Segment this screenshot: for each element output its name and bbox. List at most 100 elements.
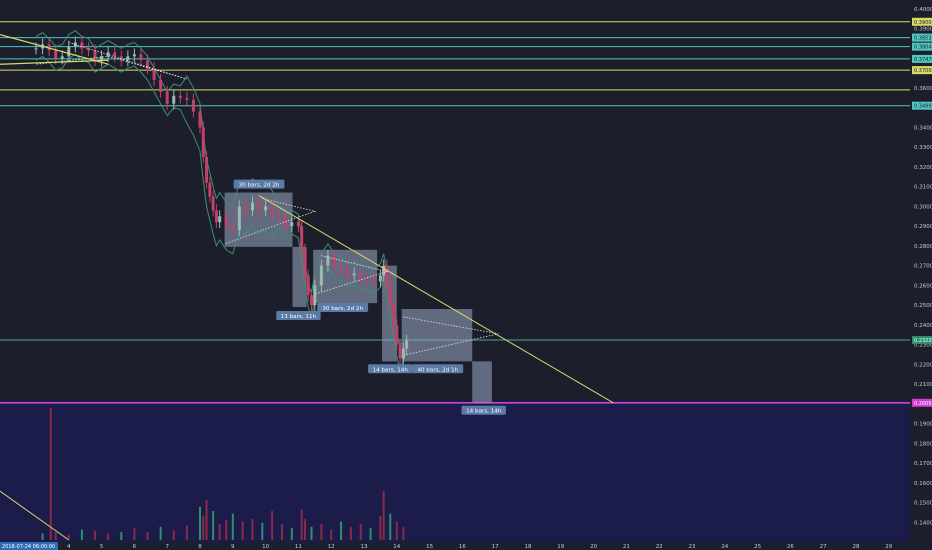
x-axis-tick-label: 16	[459, 544, 466, 550]
volume-pane-background	[0, 401, 910, 542]
x-axis-tick-label: 10	[262, 544, 269, 550]
x-axis-tick-label: 29	[885, 544, 892, 550]
volume-bar	[261, 522, 264, 540]
candle-body	[332, 255, 336, 266]
candle-body	[185, 97, 189, 100]
volume-bar	[94, 530, 97, 540]
volume-bar	[159, 526, 162, 540]
candle-body	[244, 206, 248, 211]
candle-body	[208, 182, 212, 197]
x-axis-tick-label: 20	[590, 544, 597, 550]
candle-body	[113, 52, 117, 57]
candle-body	[339, 265, 343, 270]
candle-body	[165, 91, 169, 104]
candle-body	[60, 56, 64, 59]
annotation-label: 30 bars, 2d 2h	[239, 183, 280, 189]
annotation-label: 40 bars, 2d 1h	[417, 367, 458, 373]
y-axis-tick-label: 0.30000	[914, 204, 932, 210]
candle-body	[93, 50, 97, 61]
volume-bar	[172, 530, 175, 540]
y-axis-tick-label: 0.15000	[914, 501, 932, 507]
x-axis-start-label: 2018-07-24 06:00:00	[2, 544, 55, 550]
candle-body	[378, 275, 382, 282]
volume-bar	[271, 510, 274, 540]
x-axis-tick-label: 25	[754, 544, 761, 550]
volume-bar	[133, 528, 136, 540]
volume-bar	[41, 533, 44, 540]
volume-bar	[330, 529, 333, 540]
candle-body	[218, 216, 222, 223]
candle-body	[395, 324, 399, 345]
candle-body	[319, 265, 323, 286]
y-axis-tick-label: 0.28000	[914, 244, 932, 250]
y-axis-tick-label: 0.16000	[914, 481, 932, 487]
candle-body	[401, 348, 405, 359]
volume-bar	[185, 525, 188, 540]
volume-bar	[395, 521, 398, 540]
candle-body	[159, 80, 163, 92]
candle-body	[250, 202, 254, 211]
candle-body	[257, 202, 261, 211]
candle-body	[178, 95, 182, 98]
annotation-label: 13 bars, 11h	[281, 314, 317, 320]
volume-bar	[369, 528, 372, 540]
y-axis-tick-label: 0.18000	[914, 441, 932, 447]
volume-bar	[205, 500, 208, 540]
volume-bar	[281, 524, 283, 540]
chart-area[interactable]: 0.400000.390000.380000.370000.360000.350…	[0, 0, 932, 550]
y-axis-tick-label: 0.31000	[914, 185, 932, 191]
x-axis-tick-label: 28	[853, 544, 860, 550]
y-axis-tick-label: 0.32000	[914, 165, 932, 171]
range-box[interactable]	[472, 361, 492, 403]
candle-body	[296, 222, 300, 227]
price-tag-label: 0.39000	[914, 20, 932, 26]
candle-body	[385, 265, 389, 286]
y-axis-tick-label: 0.14000	[914, 520, 932, 526]
candle-body	[201, 127, 205, 158]
candlestick-chart[interactable]: 0.400000.390000.380000.370000.360000.350…	[0, 0, 932, 550]
candle-body	[231, 226, 235, 231]
volume-bar	[290, 528, 293, 540]
price-tag-label: 0.37470	[914, 57, 932, 63]
volume-bar	[231, 513, 234, 540]
x-axis-tick-label: 23	[689, 544, 696, 550]
price-axis-background	[910, 0, 932, 550]
candle-body	[198, 111, 202, 128]
x-axis-tick-label: 7	[165, 544, 169, 550]
candle-body	[237, 206, 241, 231]
volume-bar	[241, 521, 244, 540]
volume-bar	[54, 532, 57, 540]
x-axis-tick-label: 5	[100, 544, 104, 550]
x-axis-tick-label: 14	[393, 544, 400, 550]
range-box[interactable]	[401, 309, 473, 362]
x-axis-tick-label: 13	[361, 544, 368, 550]
x-axis-tick-label: 18	[525, 544, 532, 550]
candle-body	[214, 210, 218, 223]
x-axis-tick-label: 17	[492, 544, 499, 550]
candle-body	[211, 196, 215, 211]
y-axis-tick-label: 0.29000	[914, 224, 932, 230]
volume-bar	[212, 510, 215, 540]
candle-body	[372, 279, 376, 282]
candle-body	[80, 42, 84, 49]
candle-body	[67, 46, 71, 57]
candle-body	[392, 305, 396, 325]
volume-bar	[225, 520, 228, 540]
x-axis-tick-label: 11	[295, 544, 302, 550]
candle-body	[300, 226, 304, 250]
x-axis-tick-label: 15	[426, 544, 433, 550]
volume-bar	[199, 507, 201, 540]
candle-body	[224, 216, 228, 227]
volume-bar	[389, 513, 392, 540]
price-tag-label: 0.37000	[914, 68, 932, 74]
x-axis-tick-label: 27	[820, 544, 827, 550]
volume-bar	[349, 526, 352, 540]
volume-bar	[402, 526, 405, 540]
candle-body	[34, 48, 38, 50]
y-axis-tick-label: 0.17000	[914, 461, 932, 467]
y-axis-tick-label: 0.36000	[914, 86, 932, 92]
price-tag-label: 0.38044	[914, 45, 932, 51]
y-axis-tick-label: 0.33000	[914, 145, 932, 151]
y-axis-tick-label: 0.19000	[914, 422, 932, 428]
candle-body	[54, 50, 58, 59]
